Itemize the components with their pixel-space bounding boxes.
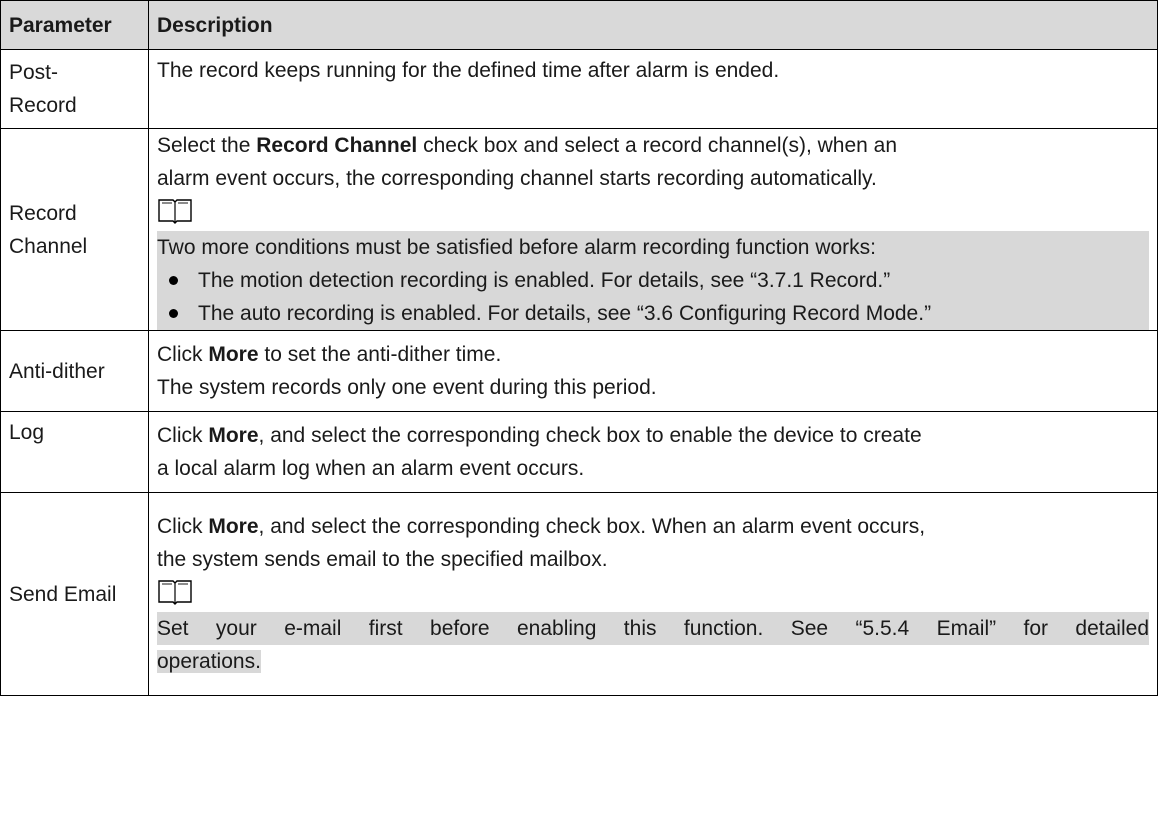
param-cell: Record Channel <box>0 128 149 331</box>
param-label-line: Record <box>9 94 77 117</box>
desc-line: The system records only one event during… <box>157 376 657 399</box>
desc-line: Click More, and select the corresponding… <box>157 510 1149 543</box>
param-label: Log <box>9 421 45 444</box>
param-cell: Anti-dither <box>0 330 149 412</box>
desc-bold-term: More <box>208 343 259 366</box>
param-cell: Send Email <box>0 492 149 696</box>
note-bullet-item: The auto recording is enabled. For detai… <box>157 297 1149 330</box>
table-row: Anti-dither Click More to set the anti-d… <box>0 330 1158 412</box>
header-description: Description <box>148 0 1158 50</box>
table-row: Post- Record The record keeps running fo… <box>0 49 1158 129</box>
desc-cell: Select the Record Channel check box and … <box>148 128 1158 331</box>
param-label: Anti-dither <box>9 359 105 383</box>
note-text: Set your e-mail first before enabling th… <box>157 612 1149 645</box>
desc-prefix: Click <box>157 515 209 538</box>
note-bullet-text: The motion detection recording is enable… <box>198 269 891 292</box>
param-cell: Post- Record <box>0 49 149 129</box>
book-note-icon <box>157 198 1149 231</box>
table-row: Record Channel Select the Record Channel… <box>0 128 1158 331</box>
desc-line: Click More, and select the corresponding… <box>157 419 1149 452</box>
parameter-table: Parameter Description Post- Record The r… <box>0 0 1158 696</box>
desc-cell: The record keeps running for the defined… <box>148 49 1158 129</box>
desc-prefix: Click <box>157 343 209 366</box>
desc-suffix: check box and select a record channel(s)… <box>417 134 898 157</box>
desc-bold-term: Record Channel <box>256 134 418 157</box>
desc-cell: Click More, and select the corresponding… <box>148 492 1158 696</box>
param-label-line: Channel <box>9 234 88 258</box>
desc-prefix: Click <box>157 424 209 447</box>
bullet-icon <box>169 276 178 285</box>
note-bullet-item: The motion detection recording is enable… <box>157 264 1149 297</box>
note-bullet-text: The auto recording is enabled. For detai… <box>198 302 932 325</box>
param-label-line: Record <box>9 201 77 225</box>
desc-suffix: to set the anti-dither time. <box>258 343 502 366</box>
desc-line: Click More to set the anti-dither time. <box>157 338 1149 371</box>
desc-line: the system sends email to the specified … <box>157 548 608 571</box>
note-text-continued: operations. <box>157 645 1149 678</box>
desc-bold-term: More <box>208 515 259 538</box>
param-label: Send Email <box>9 582 117 606</box>
desc-suffix: , and select the corresponding check box… <box>258 515 926 538</box>
desc-line: alarm event occurs, the corresponding ch… <box>157 167 877 190</box>
desc-bold-term: More <box>208 424 259 447</box>
header-parameter: Parameter <box>0 0 149 50</box>
param-label-line: Post- <box>9 61 59 84</box>
desc-line: Select the Record Channel check box and … <box>157 129 1149 162</box>
desc-cell: Click More to set the anti-dither time. … <box>148 330 1158 412</box>
desc-line: a local alarm log when an alarm event oc… <box>157 457 585 480</box>
table-row: Log Click More, and select the correspon… <box>0 411 1158 493</box>
desc-prefix: Select the <box>157 134 257 157</box>
param-cell: Log <box>0 411 149 493</box>
desc-suffix: , and select the corresponding check box… <box>258 424 922 447</box>
note-text-tail: operations. <box>157 650 261 673</box>
note-text: Two more conditions must be satisfied be… <box>157 231 1149 264</box>
bullet-icon <box>169 309 178 318</box>
desc-cell: Click More, and select the corresponding… <box>148 411 1158 493</box>
desc-text: The record keeps running for the defined… <box>157 59 780 82</box>
book-note-icon <box>157 579 1149 612</box>
table-row: Send Email Click More, and select the co… <box>0 492 1158 696</box>
table-header-row: Parameter Description <box>0 0 1158 50</box>
